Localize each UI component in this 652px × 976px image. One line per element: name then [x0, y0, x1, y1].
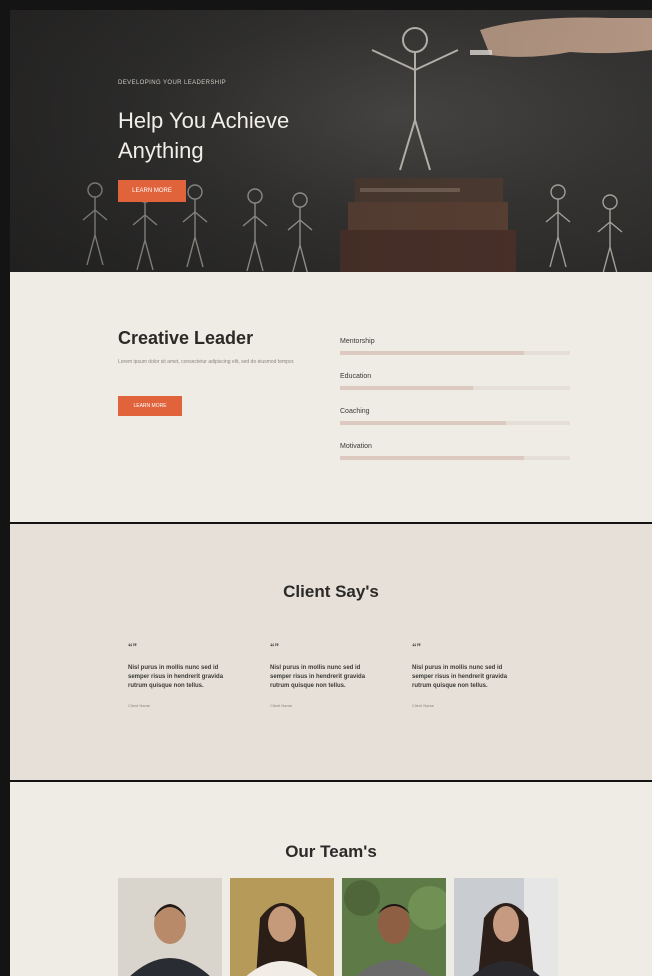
- team-member-photo: [454, 878, 558, 976]
- testimonial-author: Client Name: [270, 703, 293, 708]
- testimonial-card: “” Nisl purus in mollis nunc sed id semp…: [412, 642, 524, 708]
- team-title: Our Team's: [285, 842, 377, 861]
- leader-learn-more-button[interactable]: LEARN MORE: [118, 396, 182, 416]
- skill-item: Mentorship: [340, 338, 570, 355]
- skills-list: Mentorship Education Coaching Motivation: [340, 338, 570, 478]
- testimonials-section: Client Say's “” Nisl purus in mollis nun…: [10, 524, 652, 780]
- quote-icon: “”: [412, 642, 421, 652]
- hero-learn-more-button[interactable]: LEARN MORE: [118, 180, 186, 202]
- hero-title: Help You Achieve Anything: [118, 108, 290, 163]
- team-member-card[interactable]: [118, 878, 222, 976]
- team-member-photo: [118, 878, 222, 976]
- testimonial-text: Nisl purus in mollis nunc sed id semper …: [412, 665, 508, 689]
- testimonials-title: Client Say's: [283, 582, 379, 601]
- quote-icon: “”: [128, 642, 137, 652]
- leader-title: Creative Leader: [118, 328, 254, 348]
- skill-progress-track: [340, 456, 570, 460]
- skill-progress-track: [340, 386, 570, 390]
- leader-description: Lorem ipsum dolor sit amet, consectetur …: [118, 359, 295, 365]
- skill-progress-track: [340, 421, 570, 425]
- skill-item: Coaching: [340, 408, 570, 425]
- team-member-photo: [342, 878, 446, 976]
- skill-label: Coaching: [340, 408, 370, 415]
- skill-progress-fill: [340, 386, 474, 390]
- skill-progress-fill: [340, 421, 506, 425]
- skill-progress-track: [340, 351, 570, 355]
- skill-label: Mentorship: [340, 338, 375, 345]
- skill-label: Motivation: [340, 443, 372, 450]
- skill-progress-fill: [340, 351, 524, 355]
- hero-banner: DEVELOPING YOUR LEADERSHIP Help You Achi…: [10, 10, 652, 272]
- skill-progress-fill: [340, 456, 524, 460]
- team-member-card[interactable]: [342, 878, 446, 976]
- skill-item: Motivation: [340, 443, 570, 460]
- team-member-card[interactable]: [230, 878, 334, 976]
- testimonial-text: Nisl purus in mollis nunc sed id semper …: [128, 665, 224, 689]
- testimonial-text: Nisl purus in mollis nunc sed id semper …: [270, 665, 366, 689]
- skill-label: Education: [340, 373, 372, 380]
- hero-kicker: DEVELOPING YOUR LEADERSHIP: [118, 80, 226, 86]
- testimonial-card: “” Nisl purus in mollis nunc sed id semp…: [270, 642, 382, 708]
- team-section: Our Team's: [10, 782, 652, 976]
- team-member-photo: [230, 878, 334, 976]
- skill-item: Education: [340, 373, 570, 390]
- testimonial-author: Client Name: [128, 703, 151, 708]
- team-member-card[interactable]: [454, 878, 558, 976]
- creative-leader-section: Creative Leader Lorem ipsum dolor sit am…: [10, 272, 652, 522]
- testimonial-author: Client Name: [412, 703, 435, 708]
- quote-icon: “”: [270, 642, 279, 652]
- testimonial-card: “” Nisl purus in mollis nunc sed id semp…: [128, 642, 240, 708]
